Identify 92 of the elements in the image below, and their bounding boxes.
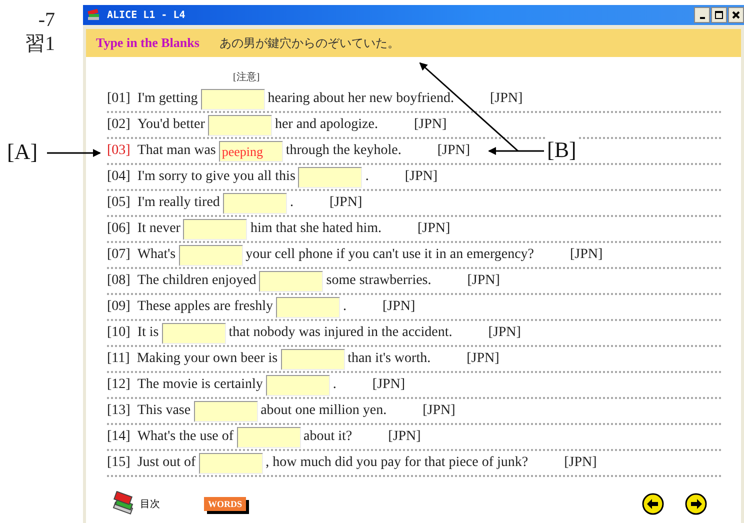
jpn-link[interactable]: [JPN] <box>490 91 523 107</box>
sentence-text: I'm really tired <box>137 195 220 211</box>
answer-field[interactable] <box>178 244 243 266</box>
question-number: [03] <box>107 143 130 159</box>
sentence-text: , how much did you pay for that piece of junk? <box>266 455 528 471</box>
jpn-link[interactable]: [JPN] <box>564 455 597 471</box>
sentence-text: The movie is certainly <box>137 377 263 393</box>
books-icon <box>87 9 101 21</box>
question-number: [14] <box>107 429 130 445</box>
jpn-link[interactable]: [JPN] <box>422 403 456 419</box>
question-number: [01] <box>107 91 130 107</box>
jpn-link[interactable]: [JPN] <box>372 377 406 393</box>
answer-field[interactable] <box>183 218 248 240</box>
answer-field[interactable] <box>280 348 345 370</box>
question-number: [06] <box>107 221 130 237</box>
sentence-text: . <box>365 169 369 185</box>
sentence-text: . <box>290 195 294 211</box>
question-number: [02] <box>107 117 130 133</box>
jpn-link[interactable]: [JPN] <box>404 169 438 185</box>
maximize-icon <box>714 10 724 20</box>
jpn-link[interactable]: [JPN] <box>467 273 500 289</box>
question-number: [09] <box>107 299 130 315</box>
jpn-link[interactable]: [JPN] <box>418 221 450 237</box>
answer-field[interactable] <box>222 192 287 214</box>
answer-field[interactable] <box>194 400 258 422</box>
question-number: [05] <box>107 195 130 211</box>
sentence-text: through the keyhole. <box>286 143 402 159</box>
sentence-text: That man was <box>137 143 216 159</box>
answer-field[interactable] <box>162 322 226 344</box>
question-number: [08] <box>107 273 130 289</box>
minimize-icon <box>700 17 704 19</box>
answer-field[interactable] <box>276 296 340 318</box>
sentence-text: What's the use of <box>137 429 234 445</box>
books-icon[interactable] <box>110 491 136 517</box>
sentence-text: some strawberries. <box>326 273 432 289</box>
sentence-text: This vase <box>137 403 191 419</box>
answer-field[interactable] <box>259 270 324 292</box>
note-label: [注意] <box>233 72 260 84</box>
jpn-link[interactable]: [JPN] <box>382 299 416 315</box>
sentence-text: your cell phone if you can't use it in an emergency? <box>246 247 534 263</box>
jpn-link[interactable]: [JPN] <box>329 195 362 211</box>
sentence-text: hearing about her new boyfriend. <box>268 91 454 107</box>
sentence-text: These apples are freshly <box>137 299 273 315</box>
sentence-text: that nobody was injured in the accident. <box>228 325 452 341</box>
sentence-text: I'm sorry to give you all this <box>137 169 296 185</box>
sentence-text: It is <box>137 325 159 341</box>
jpn-link[interactable]: [JPN] <box>488 325 521 341</box>
sentence-text: her and apologize. <box>274 117 378 133</box>
jpn-link[interactable]: [JPN] <box>466 351 500 367</box>
answer-field[interactable] <box>266 374 330 396</box>
sentence-text: about it? <box>304 429 352 445</box>
answer-field[interactable] <box>236 426 301 448</box>
close-icon <box>731 10 741 20</box>
sentence-text: It never <box>137 221 180 237</box>
sentence-text: The children enjoyed <box>137 273 256 289</box>
page-heading-text: 習1 <box>25 32 56 56</box>
answer-field[interactable] <box>200 88 265 110</box>
close-button[interactable] <box>728 7 744 23</box>
sentence-text: . <box>343 299 346 315</box>
jpn-link[interactable]: [JPN] <box>414 117 447 133</box>
question-number: [10] <box>107 325 130 341</box>
answer-field[interactable]: peeping <box>218 140 283 162</box>
question-number: [07] <box>107 247 130 263</box>
sentence-text: You'd better <box>137 117 205 133</box>
page-heading-text: -7 <box>38 8 56 32</box>
question-number: [04] <box>107 169 130 185</box>
answer-field[interactable] <box>298 166 362 188</box>
sentence-text: Making your own beer is <box>136 351 278 367</box>
sentence-text: him that she hated him. <box>250 221 382 237</box>
sentence-text: What's <box>137 247 176 263</box>
minimize-button[interactable] <box>694 7 710 23</box>
sentence-text: than it's worth. <box>348 351 431 367</box>
jpn-link[interactable]: [JPN] <box>437 143 470 159</box>
translation-text: あの男が鍵穴からのぞいていた。 <box>219 34 400 52</box>
jpn-link[interactable]: [JPN] <box>570 247 603 263</box>
answer-field[interactable] <box>208 114 272 136</box>
sentence-text: about one million yen. <box>260 403 387 419</box>
answer-field[interactable] <box>198 452 263 474</box>
question-number: [12] <box>107 377 130 393</box>
window-title: ALICE L1 - L4 <box>107 10 186 20</box>
question-number: [11] <box>107 351 130 367</box>
contents-link[interactable]: 目次 <box>140 497 160 511</box>
annotation-label: [B] <box>545 137 578 163</box>
question-number: [15] <box>107 455 130 471</box>
question-number: [13] <box>107 403 130 419</box>
sentence-text: Just out of <box>137 455 196 471</box>
sentence-text: I'm getting <box>137 91 198 107</box>
sentence-text: . <box>332 377 336 393</box>
jpn-link[interactable]: [JPN] <box>388 429 421 445</box>
arrow <box>47 149 101 157</box>
maximize-button[interactable] <box>711 7 727 23</box>
exercise-title: Type in the Blanks <box>96 35 200 51</box>
